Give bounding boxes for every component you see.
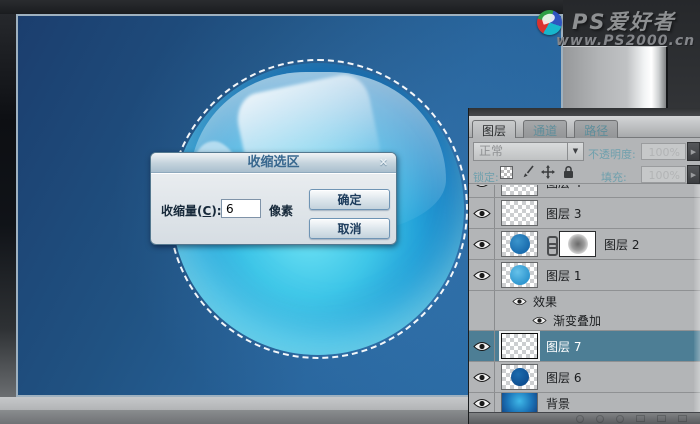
opacity-field[interactable]: 100% — [641, 143, 686, 160]
layer-thumbnail[interactable] — [501, 393, 538, 412]
visibility-toggle[interactable] — [469, 185, 495, 198]
blend-mode-select[interactable]: 正常 ▼ — [473, 142, 584, 161]
new-layer-icon[interactable] — [657, 415, 666, 422]
layer-row[interactable]: 图层 3 — [469, 198, 700, 229]
visibility-toggle[interactable] — [469, 331, 495, 362]
lock-label: 锁定: — [473, 169, 499, 185]
layer-row[interactable]: 图层 4 — [469, 185, 700, 198]
pixels-unit-label: 像素 — [269, 202, 293, 219]
eye-icon — [473, 239, 491, 250]
panel-header-strip — [469, 108, 700, 116]
watermark-brand: PS爱好者 — [572, 6, 676, 36]
layer-thumbnail[interactable] — [501, 333, 538, 359]
app-left-gutter — [0, 14, 16, 397]
gradient-overlay-row[interactable]: 渐变叠加 — [469, 311, 700, 331]
layer-name: 图层 2 — [604, 236, 639, 253]
close-icon[interactable]: ✕ — [376, 155, 391, 170]
effects-visibility-toggle[interactable] — [512, 297, 527, 306]
lock-move-icon[interactable] — [541, 165, 555, 179]
contract-amount-input[interactable] — [221, 199, 261, 218]
fill-spinner-button[interactable]: ▶ — [687, 165, 700, 184]
layer-thumbnail[interactable] — [501, 200, 538, 226]
effect-visibility-toggle[interactable] — [532, 316, 547, 325]
panel-footer — [469, 412, 700, 424]
layers-list: 图层 4 图层 3 图层 2 图层 1 — [469, 185, 700, 412]
eye-icon — [473, 372, 491, 383]
layer-mask-icon[interactable] — [616, 415, 624, 423]
layer-name: 图层 4 — [546, 185, 581, 191]
background-panel-edge — [563, 46, 668, 108]
watermark: PS爱好者 www.PS2000.cn — [534, 4, 698, 50]
opacity-spinner-button[interactable]: ▶ — [687, 142, 700, 161]
cancel-button[interactable]: 取消 — [309, 218, 390, 239]
dialog-body: 收缩量(C): 像素 确定 取消 — [151, 173, 396, 245]
gradient-overlay-label: 渐变叠加 — [553, 312, 601, 329]
eye-icon — [473, 208, 491, 219]
fill-label: 填充: — [601, 169, 627, 185]
eye-column — [469, 311, 495, 330]
lock-buttons — [500, 165, 575, 179]
layer-name: 图层 6 — [546, 369, 581, 386]
eye-icon — [473, 398, 491, 409]
layer-name: 图层 1 — [546, 267, 581, 284]
layer-row[interactable]: 图层 6 — [469, 362, 700, 393]
layers-panel: 图层 通道 路径 正常 ▼ 不透明度: 100% ▶ 锁定: 填充: 100% … — [468, 108, 700, 424]
new-group-icon[interactable] — [636, 415, 645, 422]
link-layers-icon[interactable] — [576, 415, 584, 423]
visibility-toggle[interactable] — [469, 362, 495, 393]
layer-row-selected[interactable]: 图层 7 — [469, 331, 700, 362]
visibility-toggle[interactable] — [469, 260, 495, 291]
layer-name: 图层 7 — [546, 338, 581, 355]
layer-name: 图层 3 — [546, 205, 581, 222]
contract-amount-label: 收缩量(C): — [161, 202, 222, 219]
contract-selection-dialog: 收缩选区 ✕ 收缩量(C): 像素 确定 取消 — [150, 152, 397, 245]
eye-icon — [473, 341, 491, 352]
tab-layers[interactable]: 图层 — [472, 120, 516, 138]
watermark-site: www.PS2000.cn — [556, 33, 695, 49]
tab-channels[interactable]: 通道 — [523, 120, 567, 138]
layer-thumbnail[interactable] — [501, 231, 538, 257]
layer-mask-thumbnail[interactable] — [559, 231, 596, 257]
lock-transparency-icon[interactable] — [500, 166, 513, 179]
fill-field[interactable]: 100% — [641, 166, 686, 183]
ok-button[interactable]: 确定 — [309, 189, 390, 210]
eye-icon — [473, 270, 491, 281]
dialog-title: 收缩选区 — [247, 155, 299, 170]
eye-icon — [512, 297, 527, 306]
eye-column — [469, 291, 495, 311]
chevron-down-icon: ▼ — [567, 143, 583, 160]
ps2000-logo-icon — [537, 10, 562, 35]
layer-row[interactable]: 图层 2 — [469, 229, 700, 260]
visibility-toggle[interactable] — [469, 229, 495, 260]
layer-style-icon[interactable] — [596, 415, 604, 423]
panel-tabs: 图层 通道 路径 — [469, 116, 700, 138]
layer-thumbnail[interactable] — [501, 185, 538, 196]
blend-mode-value: 正常 — [479, 144, 503, 158]
visibility-toggle[interactable] — [469, 393, 495, 412]
tab-paths[interactable]: 路径 — [574, 120, 618, 138]
visibility-toggle[interactable] — [469, 198, 495, 229]
effects-label: 效果 — [533, 293, 557, 310]
opacity-label: 不透明度: — [588, 146, 636, 162]
delete-layer-icon[interactable] — [678, 415, 687, 422]
layer-row[interactable]: 背景 — [469, 393, 700, 412]
eye-icon — [473, 185, 491, 188]
layer-thumbnail[interactable] — [501, 262, 538, 288]
layer-controls: 正常 ▼ 不透明度: 100% ▶ 锁定: 填充: 100% ▶ — [469, 138, 700, 184]
dialog-titlebar[interactable]: 收缩选区 ✕ — [151, 153, 396, 173]
layer-name: 背景 — [546, 395, 570, 412]
lock-paint-brush-icon[interactable] — [520, 165, 534, 179]
effects-header-row[interactable]: 效果 — [469, 291, 700, 311]
eye-icon — [532, 316, 547, 325]
layer-row[interactable]: 图层 1 — [469, 260, 700, 291]
link-mask-icon[interactable] — [546, 236, 555, 253]
lock-all-icon[interactable] — [562, 165, 575, 179]
layer-thumbnail[interactable] — [501, 364, 538, 390]
